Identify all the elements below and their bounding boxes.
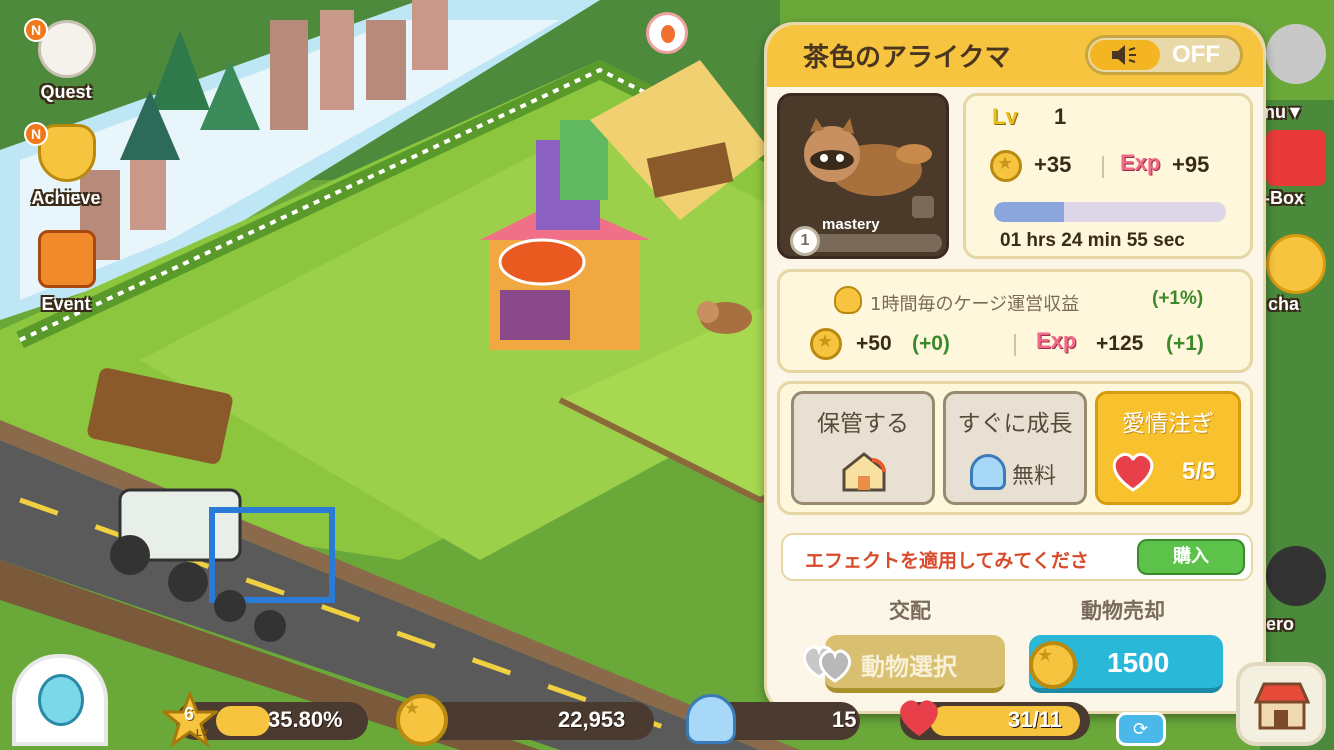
- breed-label: 交配: [889, 599, 931, 623]
- shop-icon: [1253, 680, 1311, 730]
- bell-icon: [970, 454, 1006, 490]
- store-button[interactable]: 保管する: [791, 391, 935, 505]
- gift-box-button[interactable]: -Box: [1262, 126, 1334, 216]
- exp-percent: 35.80%: [268, 707, 343, 732]
- refresh-icon: ⟳: [1133, 719, 1149, 740]
- income-bonus: (+1%): [1152, 288, 1204, 309]
- growth-progress-bar: [994, 202, 1226, 222]
- hero-avatar-icon: [1266, 546, 1326, 606]
- coin-count: 22,953: [558, 707, 626, 732]
- coin-icon: [1029, 641, 1077, 689]
- box-label: -Box: [1264, 188, 1304, 208]
- quest-button[interactable]: N Quest: [18, 14, 114, 110]
- income-exp-bonus: (+1): [1166, 332, 1204, 355]
- income-title: 1時間毎のケージ運営収益: [870, 294, 1080, 315]
- coin-gain: +35: [1034, 152, 1072, 177]
- income-coin-bonus: (+0): [912, 332, 950, 355]
- growth-progress-fill: [994, 202, 1064, 222]
- gift-box-icon: [38, 230, 96, 288]
- exp-gain: +95: [1172, 152, 1210, 177]
- animal-stats: Lv 1 +35 Exp +95 01 hrs 24 min 55 sec: [963, 93, 1253, 259]
- lock-icon: [912, 196, 934, 218]
- income-divider: [1014, 334, 1016, 356]
- buy-button[interactable]: 購入: [1137, 539, 1245, 575]
- income-exp: +125: [1096, 332, 1144, 355]
- event-label: Event: [41, 294, 91, 314]
- grow-now-label: すぐに成長: [957, 411, 1073, 437]
- star-capsule-icon: [1266, 234, 1326, 294]
- new-badge: N: [24, 122, 48, 146]
- hourly-income-card: 1時間毎のケージ運営収益 (+1%) +50 (+0) Exp +125 (+1…: [777, 269, 1253, 373]
- gacha-button[interactable]: cha: [1262, 230, 1334, 320]
- gacha-label: cha: [1268, 294, 1300, 314]
- character-icon: [38, 674, 84, 726]
- level-exp-fill: [216, 706, 270, 736]
- heart-icon: [894, 696, 944, 740]
- potion-icon: [661, 25, 675, 43]
- speaker-icon: [1090, 40, 1160, 70]
- double-heart-icon: [799, 639, 855, 685]
- menu-label: nu▼: [1264, 102, 1304, 122]
- quest-label: Quest: [40, 82, 92, 102]
- coin-icon: [810, 328, 842, 360]
- player-level: 6: [184, 704, 195, 724]
- mastery-level: 1: [790, 226, 820, 256]
- exp-label: Exp: [1036, 328, 1077, 353]
- new-badge: N: [24, 18, 48, 42]
- exp-label: Exp: [1120, 150, 1161, 175]
- love-count: 5/5: [1182, 458, 1216, 485]
- coin-icon: [396, 694, 448, 746]
- heart-count: 31/11: [1008, 707, 1062, 732]
- animal-portrait: 1 mastery: [777, 93, 949, 259]
- house-arrow-icon: [838, 450, 890, 494]
- heart-icon: [1108, 450, 1158, 494]
- wrench-icon: [1266, 24, 1326, 84]
- bell-count: 15: [832, 707, 857, 732]
- sound-state: OFF: [1172, 41, 1220, 68]
- level-label: Lv: [992, 104, 1018, 129]
- location-pin-icon[interactable]: [646, 12, 688, 54]
- grow-now-button[interactable]: すぐに成長 無料: [943, 391, 1087, 505]
- grow-cost: 無料: [1012, 464, 1057, 489]
- coin-icon: [990, 150, 1022, 182]
- refresh-button[interactable]: ⟳: [1116, 712, 1166, 746]
- growth-timer: 01 hrs 24 min 55 sec: [1000, 230, 1185, 251]
- hero-label: ero: [1266, 614, 1295, 634]
- give-love-button[interactable]: 愛情注ぎ 5/5: [1095, 391, 1241, 505]
- give-love-label: 愛情注ぎ: [1122, 411, 1214, 437]
- level-suffix: LV: [196, 728, 209, 739]
- select-animal-button[interactable]: 動物選択: [802, 635, 1005, 693]
- animal-info-panel: 茶色のアライクマ OFF 1 mastery Lv 1 ★ +35 Exp +9…: [764, 22, 1266, 714]
- animal-level: 1: [1054, 104, 1067, 129]
- event-button[interactable]: Event: [18, 224, 114, 320]
- sell-animal-button[interactable]: 1500: [1029, 635, 1223, 693]
- shop-button[interactable]: [1236, 662, 1326, 746]
- animal-name: 茶色のアライクマ: [803, 43, 1011, 73]
- sound-toggle[interactable]: OFF: [1085, 35, 1243, 75]
- achieve-button[interactable]: N Achieve: [18, 118, 114, 214]
- present-icon: [1266, 130, 1326, 186]
- effect-banner: エフェクトを適用してみてくださ 購入: [781, 533, 1253, 581]
- bell-icon: [686, 694, 736, 744]
- achieve-label: Achieve: [31, 188, 101, 208]
- friends-button[interactable]: [12, 654, 108, 746]
- menu-button[interactable]: nu▼: [1262, 18, 1334, 122]
- hero-button[interactable]: ero: [1262, 544, 1334, 638]
- store-label: 保管する: [817, 411, 909, 437]
- stat-divider: [1102, 156, 1104, 178]
- sell-label: 動物売却: [1081, 599, 1165, 623]
- select-animal-label: 動物選択: [861, 653, 957, 681]
- sell-price: 1500: [1107, 647, 1170, 678]
- money-bag-icon: [834, 286, 862, 314]
- mastery-label: mastery: [822, 216, 880, 233]
- panel-header: 茶色のアライクマ OFF: [767, 25, 1263, 87]
- income-coin: +50: [856, 332, 892, 355]
- effect-text: エフェクトを適用してみてくださ: [805, 550, 1089, 572]
